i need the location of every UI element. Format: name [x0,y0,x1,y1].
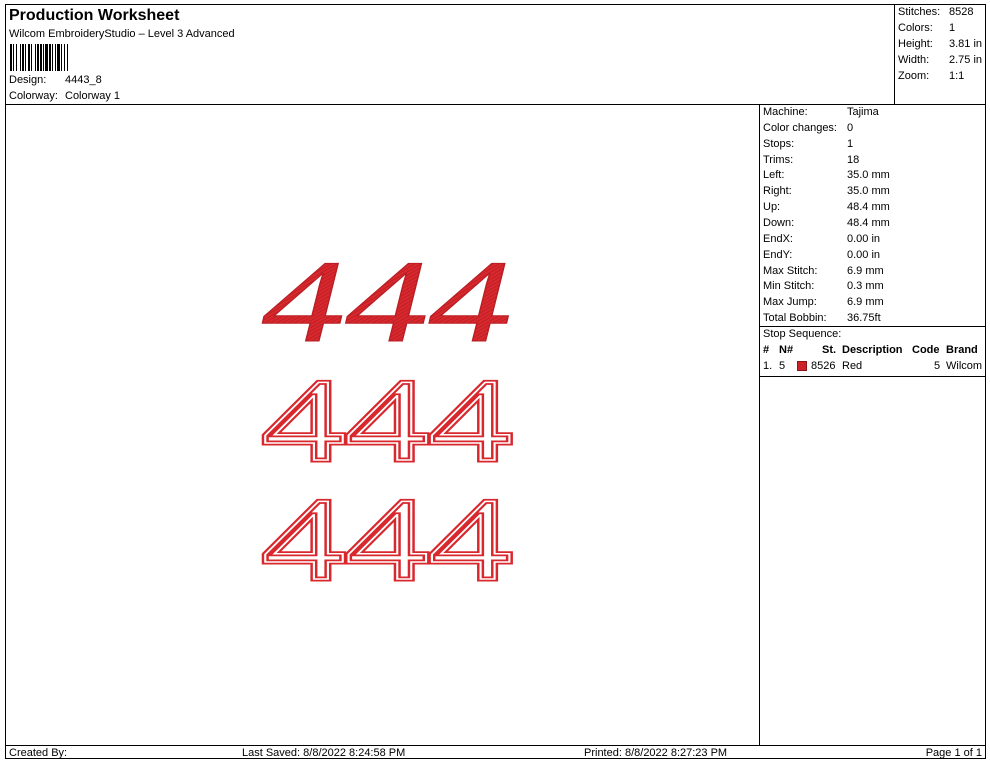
col-brand: Brand [946,344,978,356]
info-right: Right: 35.0 mm [763,185,890,197]
colorway-row: Colorway: Colorway 1 [9,90,120,102]
embroidery-design: 444 444 444 444 444 [260,248,515,602]
info-endy: EndY: 0.00 in [763,249,881,261]
info-trims: Trims: 18 [763,154,860,166]
info-machine: Machine: Tajima [763,106,879,118]
design-label: Design: [9,74,47,86]
stat-stitches: Stitches: 8528 [898,6,974,18]
col-needle: N# [779,344,794,356]
info-max-stitch: Max Stitch: 6.9 mm [763,265,884,277]
info-left: Left: 35.0 mm [763,169,890,181]
row-brand: Wilcom [946,360,983,372]
info-total-bobbin: Total Bobbin: 36.75ft [763,312,881,324]
col-description: Description [842,344,903,356]
row-needle: 5 [779,360,786,372]
colorway-label: Colorway: [9,90,58,102]
info-stops: Stops: 1 [763,138,854,150]
worksheet-frame: Production Worksheet Wilcom EmbroiderySt… [5,4,986,759]
barcode-icon [10,44,68,71]
design-row-1: 444 [262,248,512,367]
col-stitches: St. [822,344,837,356]
table-row: 1. 5 8526 Red 5 Wilcom [760,360,986,375]
col-code: Code [912,344,940,356]
row-number: 1. [763,360,773,372]
design-row-3-inline: 444 [262,474,512,602]
worksheet-footer: Created By: Last Saved: 8/8/2022 8:24:58… [6,745,985,760]
worksheet-header: Production Worksheet Wilcom EmbroiderySt… [6,5,895,105]
info-color-changes: Color changes: 0 [763,122,854,134]
info-down: Down: 48.4 mm [763,217,890,229]
design-row-2-inline: 444 [262,355,512,486]
info-max-jump: Max Jump: 6.9 mm [763,296,884,308]
stop-sequence-label: Stop Sequence: [763,328,842,340]
divider [760,376,986,377]
created-by: Created By: [9,747,68,759]
row-description: Red [842,360,863,372]
divider [760,326,986,327]
design-preview: 444 444 444 444 444 [6,105,760,745]
info-endx: EndX: 0.00 in [763,233,881,245]
row-code: 5 [934,360,941,372]
page-title: Production Worksheet [9,7,180,24]
color-swatch [797,361,807,371]
page-number: Page 1 of 1 [925,747,982,759]
info-up: Up: 48.4 mm [763,201,890,213]
stat-height: Height: 3.81 in [898,38,983,50]
col-number: # [763,344,770,356]
stat-zoom: Zoom: 1:1 [898,70,965,82]
last-saved: Last Saved: 8/8/2022 8:24:58 PM [242,747,406,759]
row-stitches: 8526 [811,360,836,372]
colorway-value: Colorway 1 [65,90,121,102]
design-value: 4443_8 [65,74,102,86]
printed-date: Printed: 8/8/2022 8:27:23 PM [584,747,728,759]
summary-stats: Stitches: 8528 Colors: 1 Height: 3.81 in Wi… [895,5,986,105]
stat-width: Width: 2.75 in [898,54,983,66]
info-min-stitch: Min Stitch: 0.3 mm [763,280,884,292]
design-row: Design: 4443_8 [9,74,102,86]
software-name: Wilcom EmbroideryStudio – Level 3 Advanc… [9,28,235,40]
stat-colors: Colors: 1 [898,22,956,34]
